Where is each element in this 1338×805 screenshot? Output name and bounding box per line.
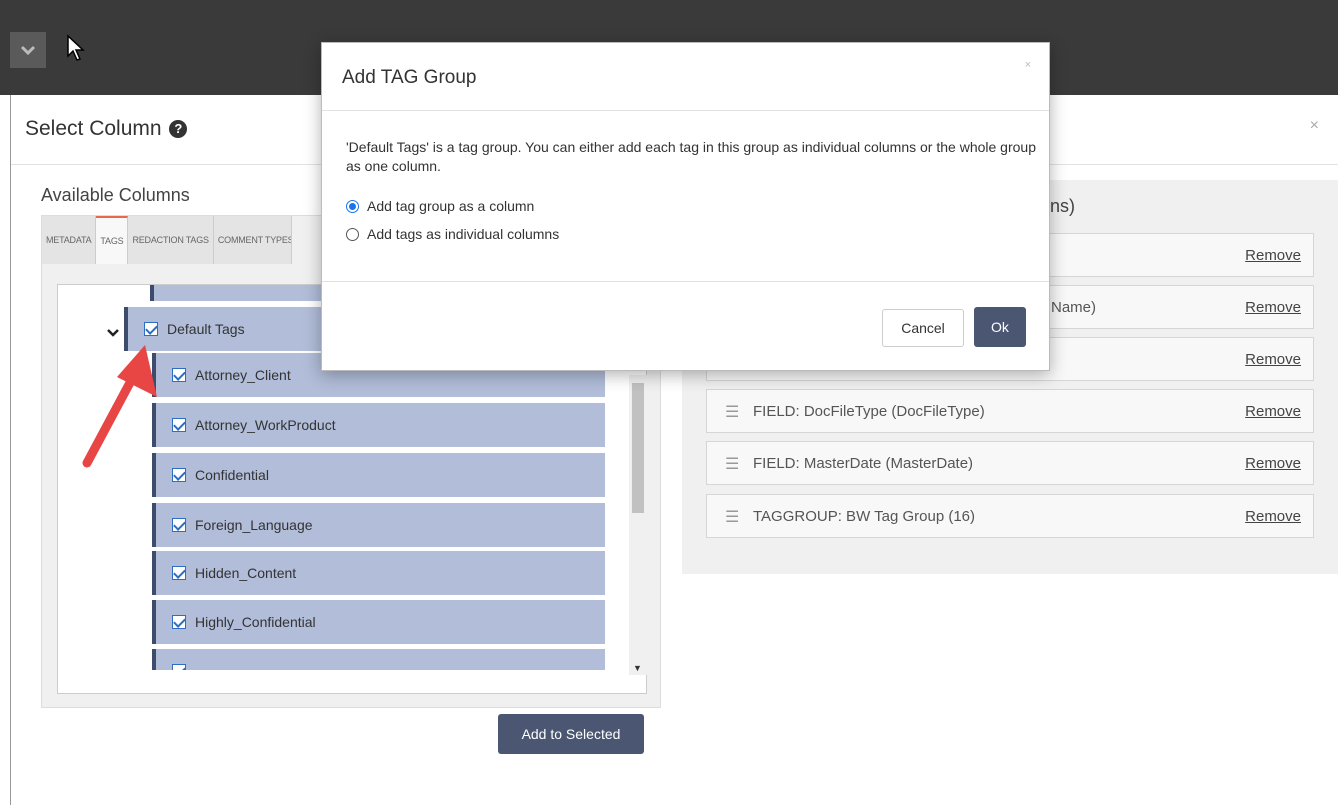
selected-row-label: FIELD: DocFileType (DocFileType) bbox=[753, 403, 985, 420]
tree-scrollbar[interactable]: ▼ bbox=[629, 375, 647, 675]
tree-item[interactable]: Foreign_Language bbox=[152, 503, 605, 547]
dialog-divider bbox=[322, 281, 1049, 282]
scrollbar-thumb[interactable] bbox=[632, 383, 644, 513]
remove-link[interactable]: Remove bbox=[1245, 299, 1301, 316]
selected-row[interactable]: ☰ FIELD: MasterDate (MasterDate) Remove bbox=[706, 441, 1314, 485]
drag-handle-icon[interactable]: ☰ bbox=[725, 507, 739, 527]
modal-title-text: Select Column bbox=[25, 117, 162, 140]
close-icon[interactable]: × bbox=[1310, 117, 1319, 135]
mouse-cursor-icon bbox=[66, 34, 86, 67]
add-to-selected-button[interactable]: Add to Selected bbox=[498, 714, 644, 754]
chevron-down-icon[interactable] bbox=[10, 32, 46, 68]
radio-button[interactable] bbox=[346, 227, 359, 241]
selected-row-label: Name) bbox=[1051, 299, 1097, 316]
selected-row-label: FIELD: MasterDate (MasterDate) bbox=[753, 455, 974, 472]
tab-tags[interactable]: TAGS bbox=[96, 216, 129, 264]
checkbox[interactable] bbox=[172, 368, 186, 382]
dialog-message: 'Default Tags' is a tag group. You can e… bbox=[346, 139, 1036, 174]
remove-link[interactable]: Remove bbox=[1245, 455, 1301, 472]
remove-link[interactable]: Remove bbox=[1245, 508, 1301, 525]
tree-item-partial[interactable] bbox=[152, 649, 605, 670]
tree-item-label: Foreign_Language bbox=[195, 517, 313, 533]
add-tag-group-dialog: Add TAG Group × 'Default Tags' is a tag … bbox=[321, 42, 1050, 371]
radio-option-group-column[interactable]: Add tag group as a column bbox=[346, 198, 534, 214]
column-tabs: METADATA TAGS REDACTION TAGS COMMENT TYP… bbox=[42, 216, 292, 264]
tree-item-label: Highly_Confidential bbox=[195, 614, 316, 630]
remove-link[interactable]: Remove bbox=[1245, 247, 1301, 264]
drag-handle-icon[interactable]: ☰ bbox=[725, 402, 739, 422]
cancel-button[interactable]: Cancel bbox=[882, 309, 964, 347]
checkbox[interactable] bbox=[172, 518, 186, 532]
drag-handle-icon[interactable]: ☰ bbox=[725, 454, 739, 474]
ok-button[interactable]: Ok bbox=[974, 307, 1026, 347]
checkbox[interactable] bbox=[172, 615, 186, 629]
selected-row[interactable]: ☰ TAGGROUP: BW Tag Group (16) Remove bbox=[706, 494, 1314, 538]
dialog-header: Add TAG Group × bbox=[322, 43, 1049, 111]
checkbox[interactable] bbox=[172, 418, 186, 432]
checkbox[interactable] bbox=[144, 322, 158, 336]
scroll-down-icon[interactable]: ▼ bbox=[633, 663, 642, 673]
tree-item[interactable]: Hidden_Content bbox=[152, 551, 605, 595]
checkbox[interactable] bbox=[172, 664, 186, 670]
tree-item-label: Attorney_WorkProduct bbox=[195, 417, 336, 433]
close-icon[interactable]: × bbox=[1025, 59, 1031, 71]
modal-title: Select Column ? bbox=[25, 117, 188, 141]
radio-label: Add tags as individual columns bbox=[367, 226, 560, 242]
checkbox[interactable] bbox=[172, 566, 186, 580]
tab-redaction-tags[interactable]: REDACTION TAGS bbox=[128, 216, 214, 264]
tree-item[interactable]: Attorney_WorkProduct bbox=[152, 403, 605, 447]
radio-label: Add tag group as a column bbox=[367, 198, 535, 214]
tab-comment-types[interactable]: COMMENT TYPES bbox=[213, 216, 292, 264]
tree-item-label: Attorney_Client bbox=[195, 367, 291, 383]
tree-item-label: Confidential bbox=[195, 467, 269, 483]
tree-item[interactable]: Highly_Confidential bbox=[152, 600, 605, 644]
remove-link[interactable]: Remove bbox=[1245, 403, 1301, 420]
radio-option-individual-columns[interactable]: Add tags as individual columns bbox=[346, 226, 559, 242]
radio-button[interactable] bbox=[346, 199, 359, 213]
selected-row-label: TAGGROUP: BW Tag Group (16) bbox=[753, 508, 976, 525]
dialog-title: Add TAG Group bbox=[342, 67, 477, 88]
remove-link[interactable]: Remove bbox=[1245, 351, 1301, 368]
tree-item-label: Hidden_Content bbox=[195, 565, 297, 581]
tree-group-label: Default Tags bbox=[167, 321, 245, 337]
selected-row[interactable]: ☰ FIELD: DocFileType (DocFileType) Remov… bbox=[706, 389, 1314, 433]
tree-item[interactable]: Confidential bbox=[152, 453, 605, 497]
checkbox[interactable] bbox=[172, 468, 186, 482]
available-columns-title: Available Columns bbox=[41, 185, 190, 205]
tab-metadata[interactable]: METADATA bbox=[42, 216, 97, 264]
help-icon[interactable]: ? bbox=[169, 120, 188, 138]
red-arrow-annotation bbox=[75, 335, 165, 480]
